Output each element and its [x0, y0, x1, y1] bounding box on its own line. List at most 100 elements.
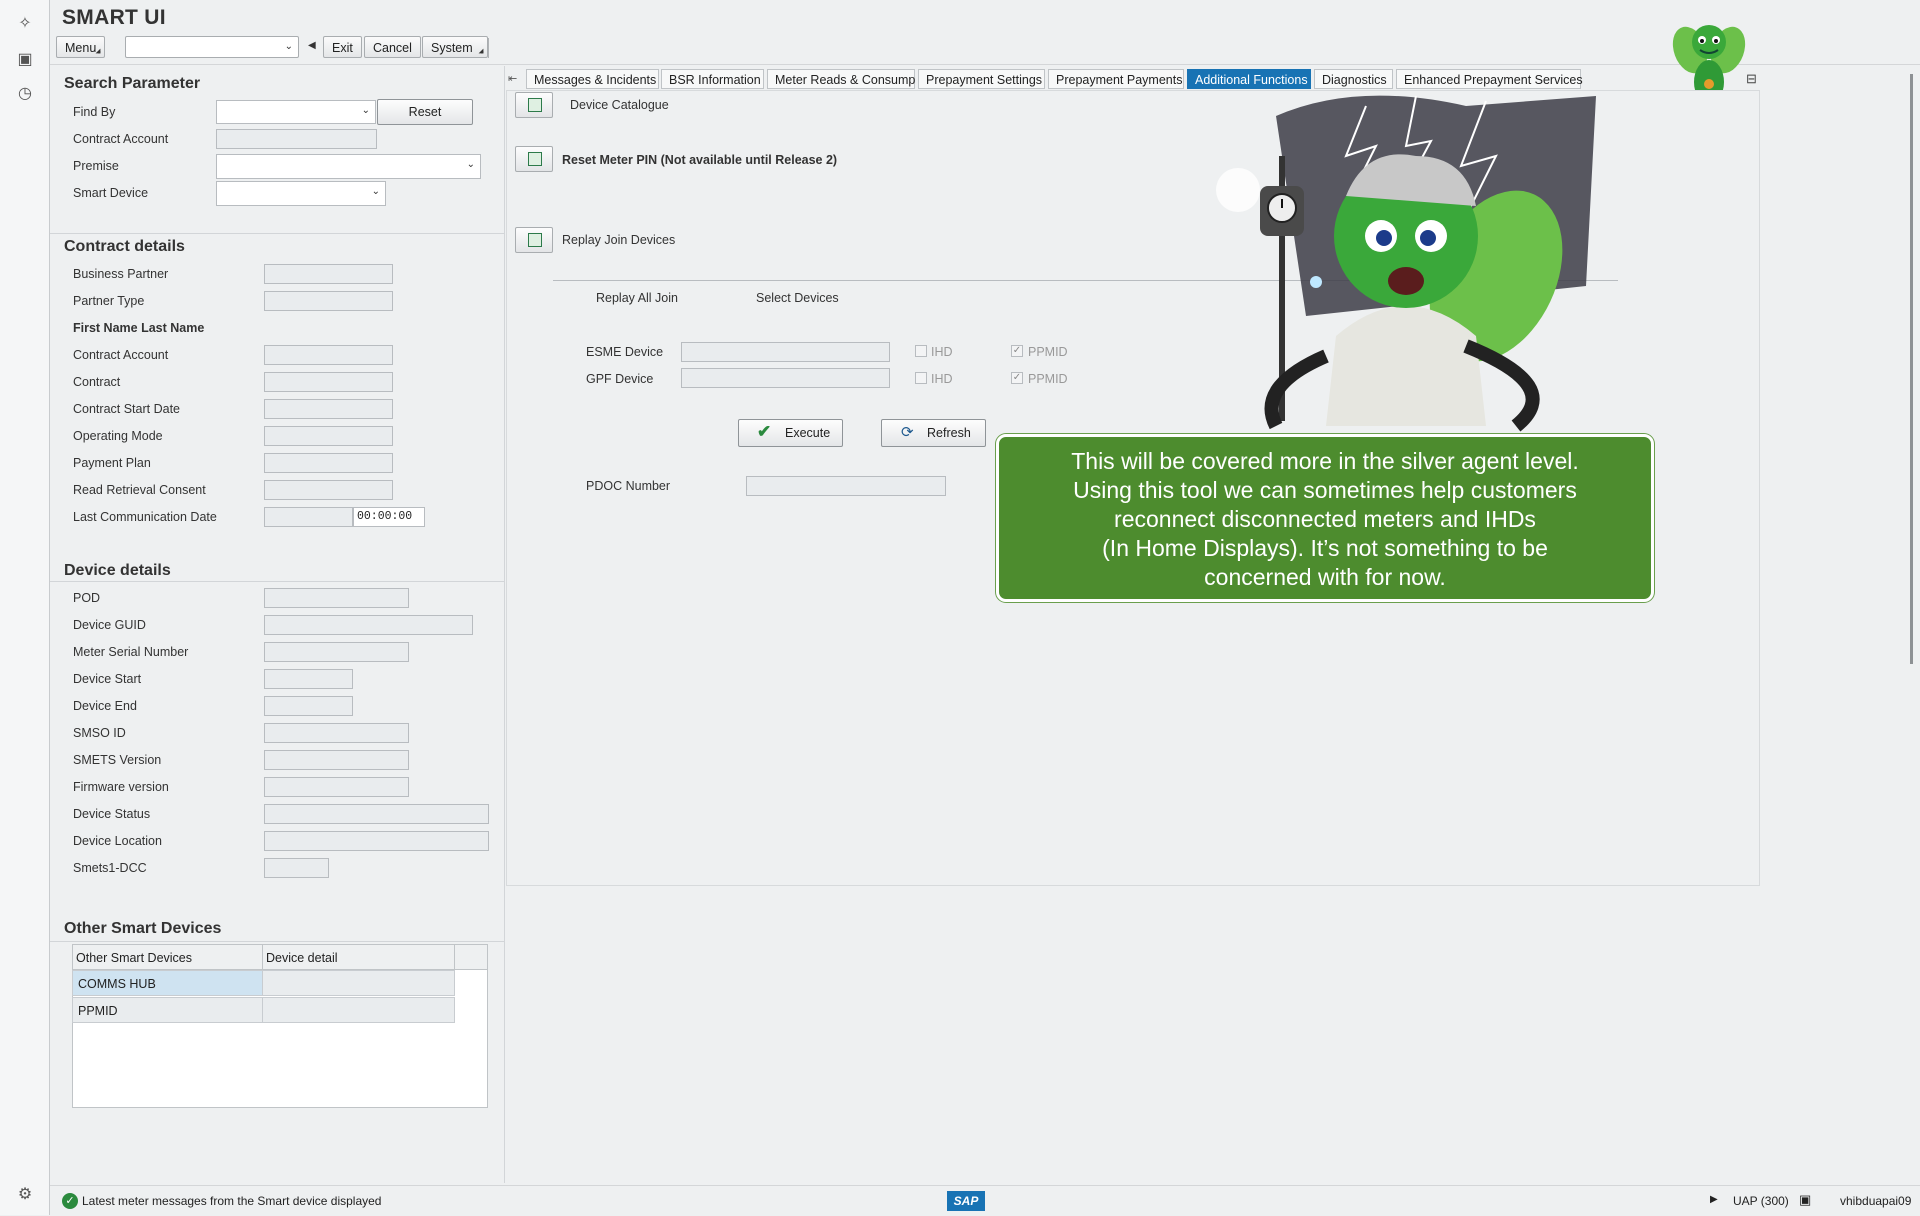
- refresh-button[interactable]: ⟳ Refresh: [881, 419, 986, 447]
- smets-version-label: SMETS Version: [73, 753, 162, 767]
- reset-button[interactable]: Reset: [377, 99, 473, 125]
- contract-account-input[interactable]: [216, 129, 377, 149]
- contract-account-label-2: Contract Account: [73, 348, 169, 362]
- find-by-label: Find By: [73, 105, 116, 119]
- payment-plan-label: Payment Plan: [73, 456, 151, 470]
- column-header[interactable]: Device detail: [262, 944, 455, 970]
- pdoc-number-field[interactable]: [746, 476, 946, 496]
- column-header-spacer: [454, 944, 488, 970]
- success-check-icon: ✓: [62, 1193, 78, 1209]
- esme-ihd-checkbox[interactable]: [915, 345, 927, 357]
- contract-start-label: Contract Start Date: [73, 402, 180, 416]
- settings-gear-icon[interactable]: ⚙: [15, 1185, 35, 1205]
- pdoc-number-label: PDOC Number: [586, 479, 671, 493]
- select-devices-label: Select Devices: [756, 291, 839, 305]
- last-comm-date-field: [264, 507, 353, 527]
- tab-prepayment-payments[interactable]: Prepayment Payments: [1048, 69, 1184, 89]
- command-field[interactable]: ⌄: [125, 36, 299, 58]
- tab-meter-reads[interactable]: Meter Reads & Consump: [767, 69, 915, 89]
- device-catalogue-button[interactable]: [515, 92, 553, 118]
- ihd-label: IHD: [931, 372, 953, 386]
- table-scrollbar[interactable]: [72, 1107, 488, 1124]
- divider: [50, 941, 505, 942]
- refresh-icon: ⟳: [901, 424, 914, 441]
- panel-divider: [504, 66, 505, 1183]
- menu-button[interactable]: Menu: [56, 36, 106, 58]
- partner-type-label: Partner Type: [73, 294, 145, 308]
- smart-device-select[interactable]: ⌄: [216, 181, 386, 206]
- chevron-down-icon: ⌄: [466, 159, 475, 170]
- contract-start-field: [264, 399, 393, 419]
- esme-device-label: ESME Device: [586, 345, 664, 359]
- table-row[interactable]: COMMS HUB: [72, 970, 263, 996]
- esme-device-field[interactable]: [681, 342, 890, 362]
- header: SMART UI Menu ⌄ ◀ Exit Cancel System: [50, 0, 1920, 65]
- gpf-device-field[interactable]: [681, 368, 890, 388]
- exit-button[interactable]: Exit: [323, 36, 362, 58]
- replay-join-button[interactable]: [515, 227, 553, 253]
- operating-mode-field: [264, 426, 393, 446]
- back-arrow-icon[interactable]: ◀: [308, 40, 316, 51]
- toolbar-divider: [488, 38, 489, 58]
- divider: [50, 581, 505, 582]
- tab-messages[interactable]: Messages & Incidents: [526, 69, 659, 89]
- session-icon[interactable]: ▣: [1799, 1192, 1811, 1208]
- device-guid-label: Device GUID: [73, 618, 146, 632]
- vertical-scrollbar[interactable]: [1908, 66, 1916, 886]
- table-cell[interactable]: [262, 997, 455, 1023]
- callout-line: Using this tool we can sometimes help cu…: [1073, 477, 1577, 503]
- device-status-label: Device Status: [73, 807, 151, 821]
- cancel-button[interactable]: Cancel: [364, 36, 421, 58]
- gpf-device-label: GPF Device: [586, 372, 654, 386]
- reset-pin-label: Reset Meter PIN (Not available until Rel…: [562, 153, 838, 167]
- history-icon[interactable]: ◷: [15, 84, 35, 104]
- screens-icon[interactable]: ▣: [15, 50, 35, 70]
- meter-serial-label: Meter Serial Number: [73, 645, 189, 659]
- read-retrieval-label: Read Retrieval Consent: [73, 483, 206, 497]
- payment-plan-field: [264, 453, 393, 473]
- partner-type-field: [264, 291, 393, 311]
- tab-list-icon[interactable]: ⊟: [1746, 71, 1757, 87]
- contract-field: [264, 372, 393, 392]
- table-row[interactable]: PPMID: [72, 997, 263, 1023]
- tab-scroll-left-icon[interactable]: ⇤: [508, 72, 517, 85]
- reset-pin-button[interactable]: [515, 146, 553, 172]
- smets-version-field: [264, 750, 409, 770]
- callout-banner: This will be covered more in the silver …: [996, 434, 1654, 602]
- left-rail: ✧ ▣ ◷ ⚙: [0, 0, 50, 1215]
- last-comm-time-field: 00:00:00: [353, 507, 425, 527]
- app-title: SMART UI: [62, 6, 166, 29]
- gpf-ppmid-checkbox[interactable]: ✓: [1011, 372, 1023, 384]
- status-bar: ✓ Latest meter messages from the Smart d…: [50, 1185, 1920, 1216]
- ppmid-label: PPMID: [1028, 345, 1068, 359]
- callout-line: This will be covered more in the silver …: [1071, 448, 1579, 474]
- business-partner-field: [264, 264, 393, 284]
- expand-arrow-icon[interactable]: ▶: [1710, 1194, 1718, 1205]
- contract-label: Contract: [73, 375, 121, 389]
- smets1-dcc-label: Smets1-DCC: [73, 861, 147, 875]
- premise-select[interactable]: ⌄: [216, 154, 481, 179]
- sparkle-icon[interactable]: ✧: [15, 14, 35, 34]
- tab-bsr[interactable]: BSR Information: [661, 69, 764, 89]
- tab-prepayment-settings[interactable]: Prepayment Settings: [918, 69, 1045, 89]
- system-button[interactable]: System: [422, 36, 488, 58]
- smso-id-field: [264, 723, 409, 743]
- esme-ppmid-checkbox[interactable]: ✓: [1011, 345, 1023, 357]
- operating-mode-label: Operating Mode: [73, 429, 163, 443]
- table-cell[interactable]: [262, 970, 455, 996]
- device-catalogue-label: Device Catalogue: [570, 98, 669, 112]
- gpf-ihd-checkbox[interactable]: [915, 372, 927, 384]
- divider: [50, 233, 505, 234]
- smets1-dcc-field: [264, 858, 329, 878]
- execute-label: Execute: [785, 426, 831, 440]
- find-by-select[interactable]: ⌄: [216, 100, 376, 124]
- execute-button[interactable]: ✔ Execute: [738, 419, 843, 447]
- column-header[interactable]: Other Smart Devices: [72, 944, 263, 970]
- chevron-down-icon: ⌄: [361, 105, 370, 116]
- status-message[interactable]: Latest meter messages from the Smart dev…: [82, 1194, 381, 1208]
- replay-join-label: Replay Join Devices: [562, 233, 676, 247]
- scrollbar-thumb[interactable]: [1910, 74, 1913, 664]
- ppmid-label: PPMID: [1028, 372, 1068, 386]
- system-info: UAP (300): [1733, 1194, 1789, 1208]
- chevron-down-icon: ⌄: [371, 186, 380, 197]
